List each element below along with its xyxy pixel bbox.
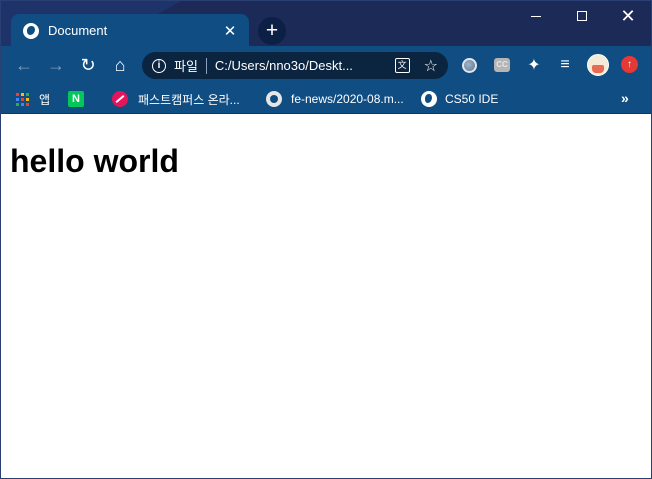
apps-grid-dot [26, 102, 29, 106]
close-icon: ✕ [620, 6, 636, 26]
apps-grid-dot [21, 102, 24, 106]
apps-grid-dot [16, 92, 19, 96]
bookmarks-bar: 앱 N 패스트캠퍼스 온라... fe-news/2020-08.m... CS… [1, 84, 651, 114]
naver-icon: N [68, 91, 84, 107]
apps-grid-dot [26, 97, 29, 101]
page-content: hello world [1, 115, 651, 478]
cc-icon: CC [494, 58, 510, 72]
apps-grid-icon [16, 92, 29, 106]
close-window-button[interactable]: ✕ [605, 1, 651, 31]
bookmark-cs50[interactable]: CS50 IDE [421, 90, 498, 108]
close-tab-icon[interactable]: ✕ [221, 22, 239, 40]
fastcampus-icon [112, 91, 128, 107]
apps-grid-dot [21, 97, 24, 101]
bookmark-star-icon[interactable]: ☆ [424, 56, 438, 76]
puzzle-icon: ✦ [527, 57, 541, 74]
maximize-button[interactable] [559, 1, 605, 31]
bookmark-fastcampus[interactable]: 패스트캠퍼스 온라... [112, 90, 240, 108]
title-bar: Document ✕ + ✕ [1, 1, 651, 46]
page-heading: hello world [10, 143, 179, 179]
globe-icon [461, 57, 477, 73]
github-icon [266, 91, 282, 107]
update-icon[interactable]: ↑ [621, 56, 638, 73]
back-button[interactable]: ← [12, 53, 36, 77]
tab-document[interactable]: Document ✕ [11, 14, 249, 46]
browser-window: Document ✕ + ✕ ← → ↻ ⌂ i 파일 C:/Users/nno… [0, 0, 652, 479]
reload-button[interactable]: ↻ [76, 53, 100, 77]
bookmark-github[interactable]: fe-news/2020-08.m... [266, 90, 404, 108]
minimize-icon [531, 15, 541, 17]
new-tab-button[interactable]: + [258, 17, 286, 45]
reading-list-button[interactable]: ≡ [556, 56, 574, 74]
globe-extension-button[interactable] [460, 56, 478, 74]
url-text[interactable]: C:/Users/nno3o/Deskt... [215, 58, 395, 73]
bookmark-apps[interactable]: 앱 [16, 90, 50, 108]
apps-grid-dot [16, 102, 19, 106]
translate-icon[interactable]: 文 [394, 58, 410, 73]
browser-toolbar: ← → ↻ ⌂ i 파일 C:/Users/nno3o/Deskt... 文 ☆… [1, 46, 651, 84]
maximize-icon [577, 11, 587, 21]
forward-button[interactable]: → [44, 53, 68, 77]
scheme-label: 파일 [174, 59, 198, 74]
bookmark-naver[interactable]: N [68, 90, 84, 108]
apps-grid-dot [26, 92, 29, 96]
home-button[interactable]: ⌂ [108, 53, 132, 77]
bookmark-label: CS50 IDE [445, 92, 499, 106]
globe-icon [23, 22, 39, 39]
extensions-button[interactable]: ✦ [525, 56, 543, 74]
bookmark-label: fe-news/2020-08.m... [291, 92, 404, 106]
apps-grid-dot [21, 92, 24, 96]
globe-icon [421, 91, 437, 107]
info-icon[interactable]: i [152, 58, 166, 73]
apps-grid-dot [16, 97, 19, 101]
playlist-icon: ≡ [560, 56, 570, 73]
address-bar[interactable]: i 파일 C:/Users/nno3o/Deskt... 文 ☆ [142, 52, 448, 79]
profile-avatar[interactable] [587, 54, 609, 76]
cc-extension-button[interactable]: CC [493, 56, 511, 74]
tab-title: Document [48, 23, 108, 38]
bookmark-label: 패스트캠퍼스 온라... [138, 92, 240, 107]
minimize-button[interactable] [513, 1, 559, 31]
divider [205, 57, 207, 74]
more-bookmarks-icon[interactable]: » [621, 90, 629, 106]
bookmark-label: 앱 [39, 92, 51, 107]
